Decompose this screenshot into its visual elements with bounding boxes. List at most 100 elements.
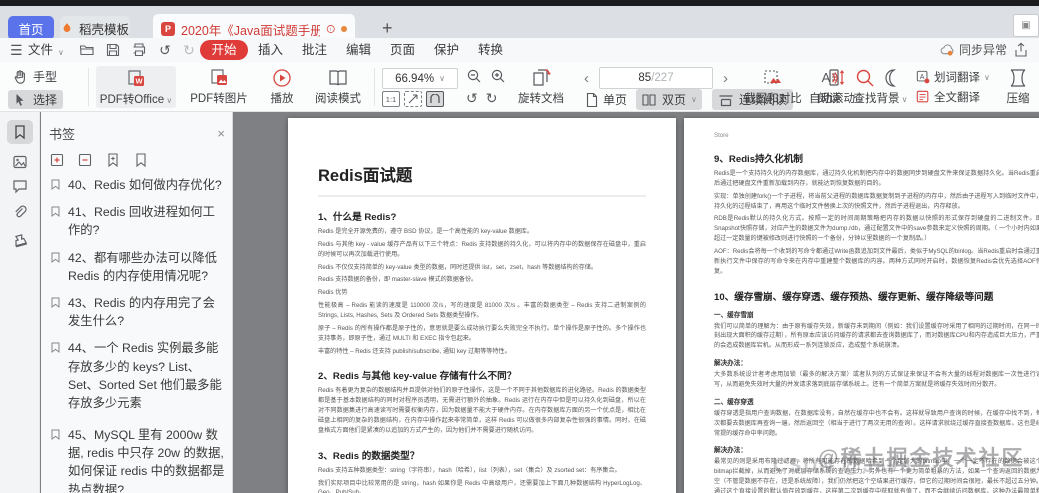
pdf-paragraph: Redis 优势 — [318, 289, 348, 297]
sync-status[interactable]: 同步异常 — [940, 41, 1007, 58]
tab-docer[interactable]: 稻壳模板 — [60, 16, 130, 40]
full-translate-button[interactable]: 全文翻译 — [916, 89, 980, 105]
single-page-label: 单页 — [603, 93, 628, 107]
save-icon[interactable] — [104, 41, 122, 59]
svg-text:W: W — [135, 77, 143, 86]
fit-page-button[interactable] — [404, 91, 422, 107]
menu-protect[interactable]: 保护 — [434, 41, 459, 59]
play-button[interactable]: 播放 — [260, 66, 304, 106]
screenshot-compare-button[interactable]: 截图和对比 — [744, 66, 802, 106]
tab-home[interactable]: 首页 — [8, 16, 54, 40]
bookmark-item[interactable]: 42、都有哪些办法可以降低 Redis 的内存使用情况呢? — [51, 249, 227, 285]
pdf-paragraph: 大多数系统设计者考虑用加锁（最多的解决方案）或者队列的方式保证来保证不会有大量的… — [714, 371, 1039, 389]
attachments-panel-button[interactable] — [7, 200, 33, 224]
floating-widget[interactable]: ▣ — [1013, 14, 1039, 37]
menu-convert[interactable]: 转换 — [478, 41, 503, 59]
redo-icon[interactable]: ↻ — [180, 41, 198, 59]
select-tool[interactable]: 选择 — [8, 90, 64, 109]
menu-edit[interactable]: 编辑 — [346, 41, 371, 59]
add-bookmark-icon[interactable] — [105, 152, 121, 168]
select-tool-label: 选择 — [33, 93, 58, 107]
undo-icon[interactable]: ↺ — [156, 41, 174, 59]
bookmark-item[interactable]: 43、Redis 的内存用完了会发生什么? — [51, 294, 227, 330]
full-translate-icon — [916, 90, 929, 103]
pdf-fragment: Store — [714, 132, 729, 139]
prev-page-button[interactable]: ‹ — [584, 70, 589, 87]
pdf-to-image-icon — [208, 66, 230, 90]
pdf-to-office-button[interactable]: W PDF转Office ∨ — [96, 66, 176, 108]
rotate-right-icon[interactable]: ↻ — [486, 90, 498, 107]
file-caret-icon: ∨ — [58, 48, 64, 57]
hamburger-icon[interactable]: ☰ — [10, 41, 23, 59]
zoom-in-icon[interactable] — [490, 68, 506, 84]
zoom-select[interactable]: 66.94% ∨ — [382, 68, 458, 89]
actual-size-button[interactable]: 1:1 — [382, 91, 400, 107]
share-icon[interactable] — [1012, 41, 1030, 59]
svg-text:A: A — [920, 74, 925, 81]
rotate-doc-button[interactable]: 旋转文档 — [512, 66, 570, 106]
bookmark-list-icon[interactable] — [133, 152, 149, 168]
cloud-sync-icon — [940, 44, 954, 56]
double-page-icon — [642, 93, 656, 106]
single-page-button[interactable]: 单页 — [584, 91, 627, 108]
fit-width-button[interactable] — [426, 91, 444, 107]
bookmark-item[interactable]: 41、Redis 回收进程如何工作的? — [51, 203, 227, 239]
next-page-button[interactable]: › — [723, 70, 728, 87]
bookmarks-panel-button[interactable] — [7, 120, 33, 144]
svg-text:!: ! — [330, 27, 331, 33]
play-label: 播放 — [270, 93, 294, 105]
document-canvas[interactable]: Redis面试题 1、什么是 Redis? Redis 是完全开源免费的，遵守 … — [233, 112, 1039, 493]
new-tab-button[interactable]: + — [382, 16, 393, 40]
expand-all-icon[interactable] — [49, 152, 65, 168]
tab-home-label: 首页 — [18, 22, 44, 37]
menu-insert[interactable]: 插入 — [258, 41, 283, 59]
hand-tool[interactable]: 手型 — [12, 68, 57, 85]
toolbar: 手型 选择 W PDF转Office ∨ PDF转图片 播放 阅读模式 66.9… — [0, 62, 1039, 112]
pdf-to-image-button[interactable]: PDF转图片 — [184, 66, 254, 106]
cursor-icon — [16, 93, 24, 106]
menu-annotate[interactable]: 批注 — [302, 41, 327, 59]
stamp-panel-button[interactable] — [7, 228, 33, 252]
compress-label: 压缩 — [1006, 93, 1030, 105]
find-button[interactable]: 查找 — [850, 66, 880, 106]
bookmark-item[interactable]: 45、MySQL 里有 2000w 数据, redis 中只存 20w 的数据,… — [51, 426, 227, 493]
pdf-subheading: 一、缓存雪崩 — [714, 311, 754, 319]
pdf-paragraph: Redis 支持数据的备份，即 master-slave 模式的数据备份。 — [318, 276, 478, 284]
bookmark-item[interactable]: 40、Redis 如何做内存优化? — [51, 176, 227, 194]
juejin-watermark: @稀土掘金技术社区 — [818, 447, 1025, 470]
close-icon[interactable]: × — [217, 126, 225, 141]
bookmark-item[interactable]: 44、一个 Redis 实例最多能存放多少的 keys? List、Set、So… — [51, 339, 227, 412]
collapse-all-icon[interactable] — [77, 152, 93, 168]
pdf-title: Redis面试题 — [318, 162, 646, 197]
word-translate-button[interactable]: A 划词翻译 ∨ — [916, 69, 990, 85]
print-icon[interactable] — [130, 41, 148, 59]
hand-tool-label: 手型 — [33, 70, 58, 84]
thumbnails-panel-button[interactable] — [7, 150, 33, 174]
pdf-file-icon: P — [161, 22, 175, 36]
panel-title: 书签 — [49, 127, 76, 142]
page-number-input[interactable]: 85/227 — [599, 67, 713, 89]
comments-panel-button[interactable] — [7, 174, 33, 198]
bookmark-icon — [15, 125, 25, 140]
compress-button[interactable]: 压缩 — [1000, 66, 1036, 106]
pdf-to-office-icon: W — [125, 67, 147, 91]
menu-page[interactable]: 页面 — [390, 41, 415, 59]
menu-bar: ☰ 文件 ∨ ↺ ↻ ∨ 开始 插入 批注 编辑 页面 保护 转换 同步异常 — [0, 38, 1039, 62]
pdf-heading: 1、什么是 Redis? — [318, 212, 397, 223]
menu-file[interactable]: 文件 — [28, 41, 53, 59]
menu-start[interactable]: 开始 — [200, 40, 248, 60]
open-folder-icon[interactable] — [78, 41, 96, 59]
read-mode-button[interactable]: 阅读模式 — [308, 66, 368, 106]
stamp-icon — [15, 234, 28, 248]
double-page-button[interactable]: 双页 ∨ — [636, 89, 702, 110]
comment-icon — [13, 180, 27, 194]
zoom-out-icon[interactable] — [466, 68, 482, 84]
pdf-paragraph: Redis 有着更为复杂的数据结构并且提供对他们的原子性操作，这是一个不同于其他… — [318, 387, 646, 434]
pdf-page-right[interactable]: Store 9、Redis持久化机制 Redis是一个支持持久化的内存数据库，通… — [684, 118, 1039, 493]
rotate-left-icon[interactable]: ↺ — [466, 90, 478, 107]
read-aloud-button[interactable]: A 朗读 — [812, 66, 846, 106]
search-icon — [854, 66, 876, 90]
pdf-subheading: 解决办法： — [714, 360, 747, 368]
play-icon — [271, 66, 293, 90]
pdf-page-left[interactable]: Redis面试题 1、什么是 Redis? Redis 是完全开源免费的，遵守 … — [288, 118, 676, 493]
